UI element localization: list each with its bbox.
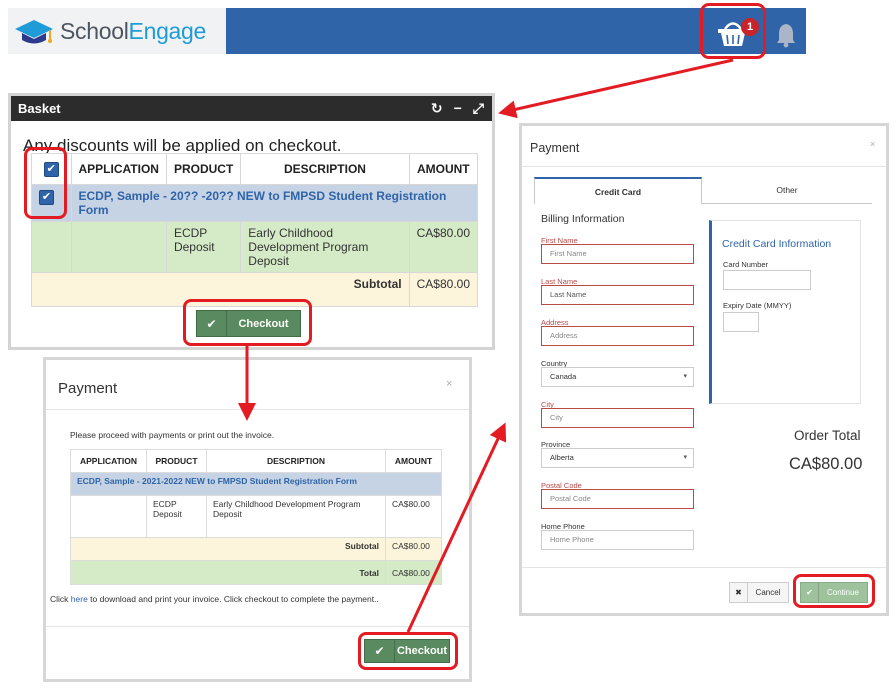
column-header: APPLICATION xyxy=(70,449,147,473)
cancel-button[interactable]: ✖ Cancel xyxy=(729,582,789,603)
payment-card-modal: Payment × Credit Card Other Billing Info… xyxy=(519,123,889,616)
column-header: APPLICATION xyxy=(70,153,167,185)
item-product: ECDP Deposit xyxy=(146,495,207,538)
logo-text: SchoolEngage xyxy=(60,17,207,44)
tab-other[interactable]: Other xyxy=(702,177,872,204)
item-description: Early Childhood Development Program Depo… xyxy=(240,221,410,273)
province-select[interactable]: Alberta ▾ xyxy=(541,448,694,468)
close-icon[interactable]: × xyxy=(446,378,452,390)
column-header: AMOUNT xyxy=(385,449,442,473)
tab-credit-card[interactable]: Credit Card xyxy=(534,177,702,204)
close-icon: ✖ xyxy=(730,583,748,602)
credit-card-title: Credit Card Information xyxy=(722,238,832,250)
invoice-table: APPLICATION PRODUCT DESCRIPTION AMOUNT E… xyxy=(70,449,442,585)
total-row: Total CA$80.00 xyxy=(70,560,442,585)
basket-header: Basket ↻ − ⤢ xyxy=(11,96,492,121)
card-number-field[interactable] xyxy=(723,270,811,290)
basket-item-row: ECDP Deposit Early Childhood Development… xyxy=(31,221,479,273)
graduation-cap-icon xyxy=(15,20,53,44)
refresh-icon[interactable]: ↻ xyxy=(431,96,443,121)
divider xyxy=(522,567,886,568)
item-amount: CA$80.00 xyxy=(385,495,442,538)
basket-table: ✔ APPLICATION PRODUCT DESCRIPTION AMOUNT… xyxy=(31,153,479,307)
subtotal-row: Subtotal CA$80.00 xyxy=(70,537,442,561)
address-field[interactable]: Address xyxy=(541,326,694,346)
bell-icon[interactable] xyxy=(776,22,796,53)
country-select[interactable]: Canada ▾ xyxy=(541,367,694,387)
arrow-basket-to-payment xyxy=(498,58,734,119)
download-invoice-link[interactable]: here xyxy=(71,594,88,604)
column-header: DESCRIPTION xyxy=(206,449,386,473)
application-name: ECDP, Sample - 20?? -20?? NEW to FMPSD S… xyxy=(70,184,478,222)
last-name-field[interactable]: Last Name xyxy=(541,285,694,305)
divider xyxy=(522,166,886,167)
invoice-intro: Please proceed with payments or print ou… xyxy=(70,430,275,440)
modal-title: Payment xyxy=(530,141,580,155)
chevron-down-icon: ▾ xyxy=(683,454,687,461)
postal-code-field[interactable]: Postal Code xyxy=(541,489,694,509)
subtotal-value: CA$80.00 xyxy=(385,537,442,561)
continue-highlight xyxy=(793,574,875,608)
minimize-icon[interactable]: − xyxy=(454,96,462,121)
expiry-label: Expiry Date (MMYY) xyxy=(723,301,792,310)
item-description: Early Childhood Development Program Depo… xyxy=(206,495,386,538)
column-header: PRODUCT xyxy=(165,153,242,185)
invoice-item-row: ECDP Deposit Early Childhood Development… xyxy=(70,495,442,538)
first-name-field[interactable]: First Name xyxy=(541,244,694,264)
invoice-footer: Click here to download and print your in… xyxy=(50,594,379,604)
basket-highlight xyxy=(700,3,766,59)
school-engage-logo[interactable]: SchoolEngage xyxy=(8,8,226,54)
billing-title: Billing Information xyxy=(541,213,625,225)
application-name: ECDP, Sample - 2021-2022 NEW to FMPSD St… xyxy=(70,472,442,496)
total-value: CA$80.00 xyxy=(385,560,442,585)
column-header: PRODUCT xyxy=(146,449,207,473)
basket-title: Basket xyxy=(18,101,61,116)
modal-title: Payment xyxy=(58,380,118,397)
column-header: DESCRIPTION xyxy=(240,153,410,185)
subtotal-label: Subtotal xyxy=(70,537,386,561)
checkbox-highlight xyxy=(24,147,67,219)
item-product: ECDP Deposit xyxy=(165,221,242,273)
order-total-label: Order Total xyxy=(794,428,861,443)
checkout-highlight xyxy=(358,632,458,670)
application-row: ECDP, Sample - 2021-2022 NEW to FMPSD St… xyxy=(70,472,442,496)
close-icon[interactable]: × xyxy=(870,139,875,149)
order-total-value: CA$80.00 xyxy=(789,455,863,473)
expand-icon[interactable]: ⤢ xyxy=(473,96,484,121)
column-header: AMOUNT xyxy=(408,153,479,185)
card-number-label: Card Number xyxy=(723,260,769,269)
checkout-highlight xyxy=(183,299,312,346)
city-field[interactable]: City xyxy=(541,408,694,428)
divider xyxy=(46,409,469,410)
subtotal-value: CA$80.00 xyxy=(408,272,479,307)
total-label: Total xyxy=(70,560,386,585)
chevron-down-icon: ▾ xyxy=(683,373,687,380)
item-amount: CA$80.00 xyxy=(408,221,479,273)
home-phone-field[interactable]: Home Phone xyxy=(541,530,694,550)
expiry-field[interactable] xyxy=(723,312,759,332)
divider xyxy=(46,626,469,627)
application-row: ✔ ECDP, Sample - 20?? -20?? NEW to FMPSD… xyxy=(31,184,478,222)
